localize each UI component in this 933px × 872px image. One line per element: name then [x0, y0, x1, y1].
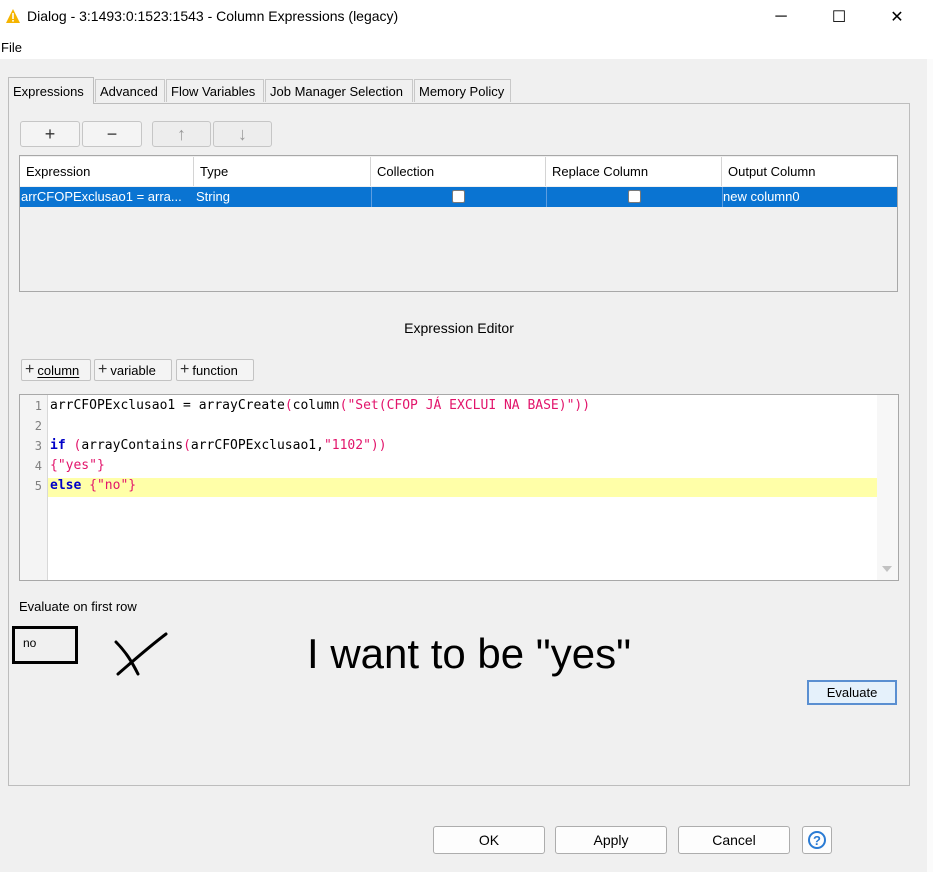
remove-expression-button[interactable]: −	[82, 121, 142, 147]
plus-icon: +	[180, 361, 190, 378]
add-expression-button[interactable]: +	[20, 121, 80, 147]
window-edge	[927, 59, 933, 872]
evaluate-button[interactable]: Evaluate	[807, 680, 897, 705]
tab-flow-variables[interactable]: Flow Variables	[166, 79, 264, 102]
header-output-column[interactable]: Output Column	[722, 157, 897, 186]
tab-job-manager-selection[interactable]: Job Manager Selection	[265, 79, 413, 102]
line-number: 2	[34, 419, 42, 433]
header-collection[interactable]: Collection	[371, 157, 546, 186]
menu-bar	[0, 33, 933, 60]
line-number: 1	[34, 399, 42, 413]
cross-mark-icon	[114, 632, 168, 676]
cell-expression[interactable]: arrCFOPExclusao1 = arra...	[21, 189, 193, 204]
column-divider	[371, 187, 372, 207]
code-line-1[interactable]: arrCFOPExclusao1 = arrayCreate(column("S…	[50, 398, 590, 413]
help-button[interactable]: ?	[802, 826, 832, 854]
tab-expressions[interactable]: Expressions	[8, 77, 94, 104]
add-function-button[interactable]: + function	[176, 359, 254, 381]
result-value: no	[23, 636, 37, 650]
add-variable-button[interactable]: + variable	[94, 359, 172, 381]
plus-icon: +	[25, 361, 35, 378]
evaluate-label: Evaluate on first row	[19, 599, 137, 614]
header-replace-column[interactable]: Replace Column	[546, 157, 722, 186]
help-icon: ?	[808, 831, 826, 849]
warning-icon	[6, 9, 20, 23]
line-number: 3	[34, 439, 42, 453]
collection-checkbox[interactable]	[452, 190, 465, 203]
scroll-down-arrow-icon[interactable]	[882, 566, 892, 572]
add-column-button[interactable]: + column	[21, 359, 91, 381]
apply-button[interactable]: Apply	[555, 826, 667, 854]
annotation-text: I want to be "yes"	[307, 630, 631, 677]
code-line-3[interactable]: if (arrayContains(arrCFOPExclusao1,"1102…	[50, 438, 387, 453]
add-variable-label: variable	[110, 362, 156, 378]
replace-column-checkbox[interactable]	[628, 190, 641, 203]
line-number: 4	[34, 459, 42, 473]
code-line-4[interactable]: {"yes"}	[50, 458, 105, 473]
result-box	[12, 626, 78, 664]
minimize-button[interactable]: ─	[753, 0, 809, 33]
move-up-button[interactable]: ↑	[152, 121, 211, 147]
ok-button[interactable]: OK	[433, 826, 545, 854]
column-divider	[546, 187, 547, 207]
tab-advanced[interactable]: Advanced	[95, 79, 165, 102]
close-button[interactable]: ✕	[869, 0, 925, 33]
cell-type[interactable]: String	[196, 189, 366, 204]
plus-icon: +	[98, 361, 108, 378]
expression-editor-title: Expression Editor	[404, 320, 514, 336]
cancel-button[interactable]: Cancel	[678, 826, 790, 854]
header-expression[interactable]: Expression	[20, 157, 194, 186]
line-number: 5	[34, 479, 42, 493]
editor-scrollbar[interactable]	[877, 395, 898, 580]
cell-output-column[interactable]: new column0	[723, 189, 893, 204]
current-line-highlight	[48, 478, 877, 497]
code-line-5[interactable]: else {"no"}	[50, 478, 136, 493]
add-function-label: function	[192, 362, 238, 378]
add-column-label: column	[37, 362, 80, 378]
tab-memory-policy[interactable]: Memory Policy	[414, 79, 511, 102]
window-title: Dialog - 3:1493:0:1523:1543 - Column Exp…	[27, 8, 399, 24]
move-down-button[interactable]: ↓	[213, 121, 272, 147]
column-divider	[722, 187, 723, 207]
header-type[interactable]: Type	[194, 157, 371, 186]
menu-file[interactable]: File	[1, 40, 22, 55]
maximize-button[interactable]: ☐	[811, 0, 867, 33]
